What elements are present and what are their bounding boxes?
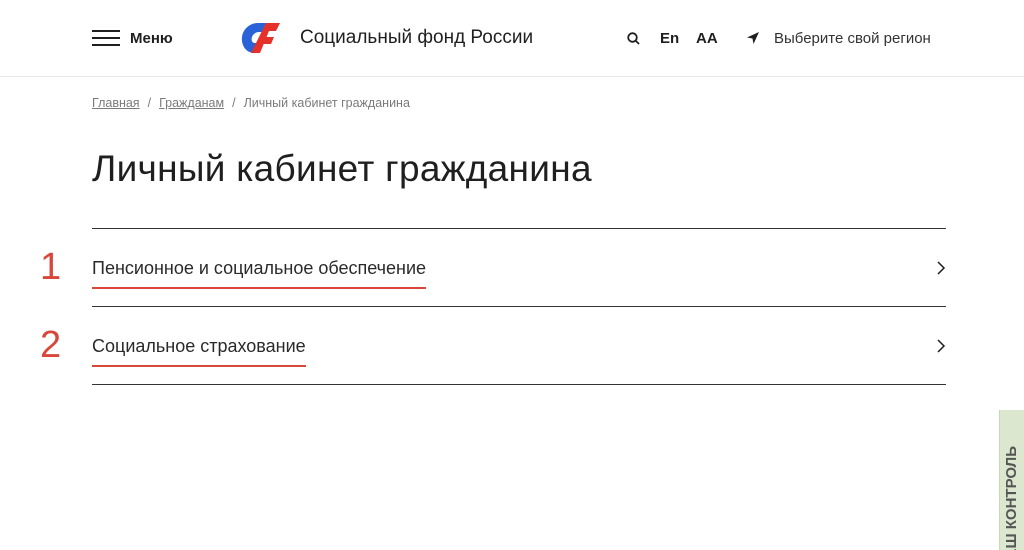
font-size-toggle[interactable]: АА [696,27,718,49]
region-label: Выберите свой регион [774,29,931,47]
brand-name: Социальный фонд России [300,27,534,48]
annotation-number: 1 [40,246,62,288]
breadcrumb-separator: / [147,96,152,110]
breadcrumb-citizens[interactable]: Гражданам [159,96,224,110]
region-selector[interactable]: Выберите свой регион [746,27,931,49]
search-button[interactable] [624,27,642,49]
menu-label: Меню [130,29,173,47]
location-arrow-icon [747,32,759,44]
language-switch[interactable]: En [660,27,679,49]
menu-icon [92,29,120,47]
side-tab-label: АШ КОНТРОЛЬ [1003,446,1020,550]
list-item-label[interactable]: Пенсионное и социальное обеспечение [92,258,427,289]
chevron-right-icon [937,339,946,353]
brand-link[interactable]: Социальный фонд России [236,17,533,59]
list-item-pension[interactable]: 1 Пенсионное и социальное обеспечение [40,228,946,306]
annotation-number: 2 [40,324,62,366]
list-item-label[interactable]: Социальное страхование [92,336,306,367]
list-item-social-insurance[interactable]: 2 Социальное страхование [40,306,946,385]
sfr-logo [241,23,280,53]
section-list: 1 Пенсионное и социальное обеспечение 2 … [40,228,946,385]
menu-button[interactable]: Меню [92,26,173,50]
page: Меню Социальный фонд России En АА Выбери… [0,0,1024,550]
search-icon [626,31,640,45]
breadcrumb-separator: / [232,96,236,110]
breadcrumb: Главная / Гражданам / Личный кабинет гра… [92,96,410,110]
chevron-right-icon [937,261,946,275]
feedback-side-tab[interactable]: АШ КОНТРОЛЬ [999,410,1024,550]
breadcrumb-home[interactable]: Главная [92,96,140,110]
page-title: Личный кабинет гражданина [92,148,592,189]
breadcrumb-current: Личный кабинет гражданина [243,96,410,110]
site-header: Меню Социальный фонд России En АА Выбери… [0,0,1024,77]
